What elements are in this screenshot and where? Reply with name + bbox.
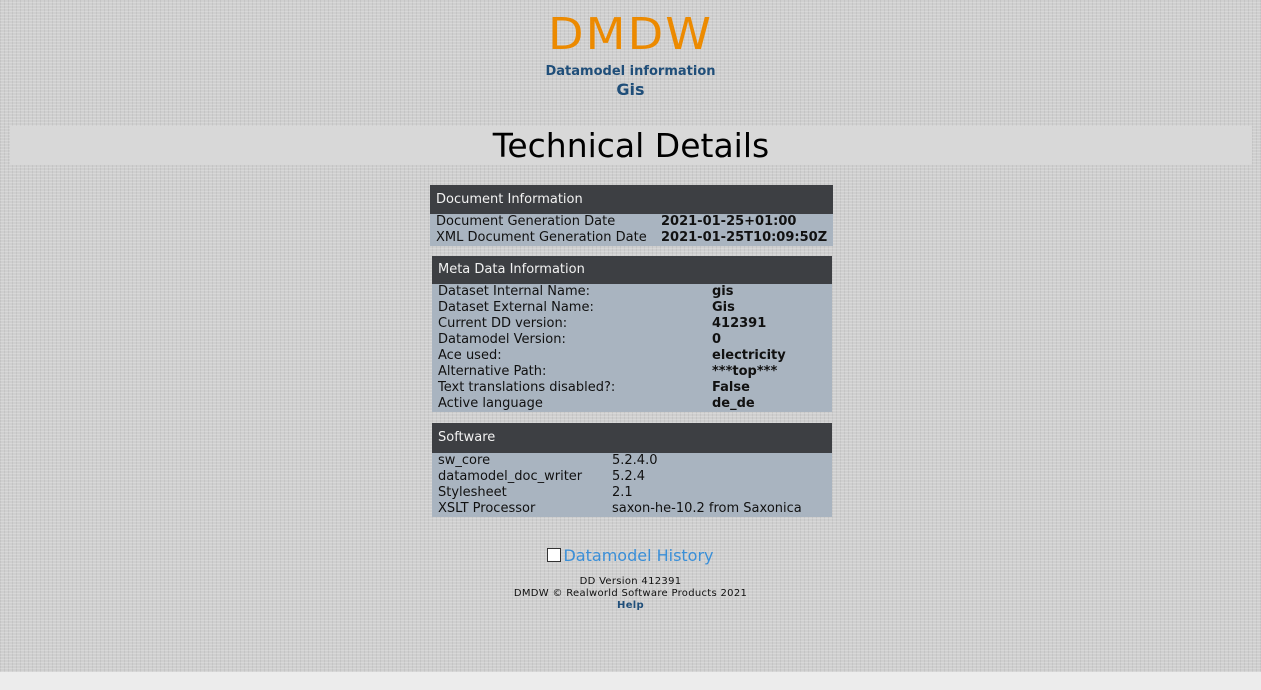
row-label: Datamodel Version:	[438, 332, 566, 347]
row-label: sw_core	[438, 453, 491, 468]
row-value: 2021-01-25T10:09:50Z	[661, 230, 828, 245]
table-row: Document Generation Date 2021-01-25+01:0…	[430, 214, 833, 230]
row-value: 412391	[712, 316, 767, 331]
row-value: 5.2.4	[612, 469, 646, 484]
table-row: sw_core 5.2.4.0	[432, 453, 832, 469]
row-value: False	[712, 380, 750, 395]
row-value: ***top***	[712, 364, 778, 379]
document-information-table: Document Generation Date 2021-01-25+01:0…	[430, 214, 833, 246]
help-link[interactable]: Help	[0, 600, 1261, 611]
table-row: Stylesheet 2.1	[432, 485, 832, 501]
copyright-text: DMDW © Realworld Software Products 2021	[513, 588, 748, 599]
row-value: 5.2.4.0	[612, 453, 658, 468]
bottom-strip	[0, 672, 1261, 690]
table-row: Datamodel Version: 0	[432, 332, 832, 348]
software-panel: Software sw_core 5.2.4.0 datamodel_doc_w…	[432, 423, 832, 517]
row-label: datamodel_doc_writer	[438, 469, 583, 484]
table-row: Dataset Internal Name: gis	[432, 284, 832, 300]
table-row: datamodel_doc_writer 5.2.4	[432, 469, 832, 485]
row-value: saxon-he-10.2 from Saxonica	[612, 501, 802, 516]
dmdw-logo: DMDW	[547, 9, 714, 60]
table-row: Active language de_de	[432, 396, 832, 412]
row-label: Active language	[438, 396, 543, 411]
dd-version-text: DD Version 412391	[579, 576, 682, 587]
row-label: Dataset Internal Name:	[438, 284, 591, 299]
row-value: 0	[712, 332, 722, 347]
meta-data-information-panel: Meta Data Information Dataset Internal N…	[432, 256, 832, 412]
table-row: Current DD version: 412391	[432, 316, 832, 332]
page-title: Technical Details	[10, 126, 1252, 165]
table-row: Alternative Path: ***top***	[432, 364, 832, 380]
row-label: Stylesheet	[438, 485, 507, 500]
row-value: de_de	[712, 396, 755, 411]
row-label: Text translations disabled?:	[438, 380, 616, 395]
document-information-panel: Document Information Document Generation…	[430, 185, 833, 246]
row-label: Dataset External Name:	[438, 300, 594, 315]
row-value: 2021-01-25+01:00	[661, 214, 797, 229]
table-row: Text translations disabled?: False	[432, 380, 832, 396]
document-information-header: Document Information	[430, 185, 833, 214]
history-checkbox[interactable]	[547, 548, 562, 562]
row-label: XSLT Processor	[438, 501, 536, 516]
row-label: Ace used:	[438, 348, 502, 363]
row-value: Gis	[712, 300, 735, 315]
row-value: gis	[712, 284, 734, 299]
table-row: Dataset External Name: Gis	[432, 300, 832, 316]
header-subtitle: Datamodel information	[545, 64, 716, 79]
table-row: XSLT Processor saxon-he-10.2 from Saxoni…	[432, 501, 832, 517]
row-label: Current DD version:	[438, 316, 568, 331]
page: DMDW Datamodel information Gis Technical…	[0, 0, 1261, 672]
row-value: 2.1	[612, 485, 633, 500]
row-value: electricity	[712, 348, 786, 363]
table-row: XML Document Generation Date 2021-01-25T…	[430, 230, 833, 246]
software-table: sw_core 5.2.4.0 datamodel_doc_writer 5.2…	[432, 453, 832, 517]
datamodel-history-link[interactable]: Datamodel History	[563, 546, 713, 565]
meta-data-information-header: Meta Data Information	[432, 256, 832, 284]
software-header: Software	[432, 423, 832, 453]
meta-data-information-table: Dataset Internal Name: gis Dataset Exter…	[432, 284, 832, 412]
datamodel-name: Gis	[616, 80, 645, 99]
table-row: Ace used: electricity	[432, 348, 832, 364]
row-label: Document Generation Date	[436, 214, 616, 229]
row-label: XML Document Generation Date	[436, 230, 647, 245]
datamodel-history: Datamodel History	[0, 546, 1261, 565]
row-label: Alternative Path:	[438, 364, 547, 379]
